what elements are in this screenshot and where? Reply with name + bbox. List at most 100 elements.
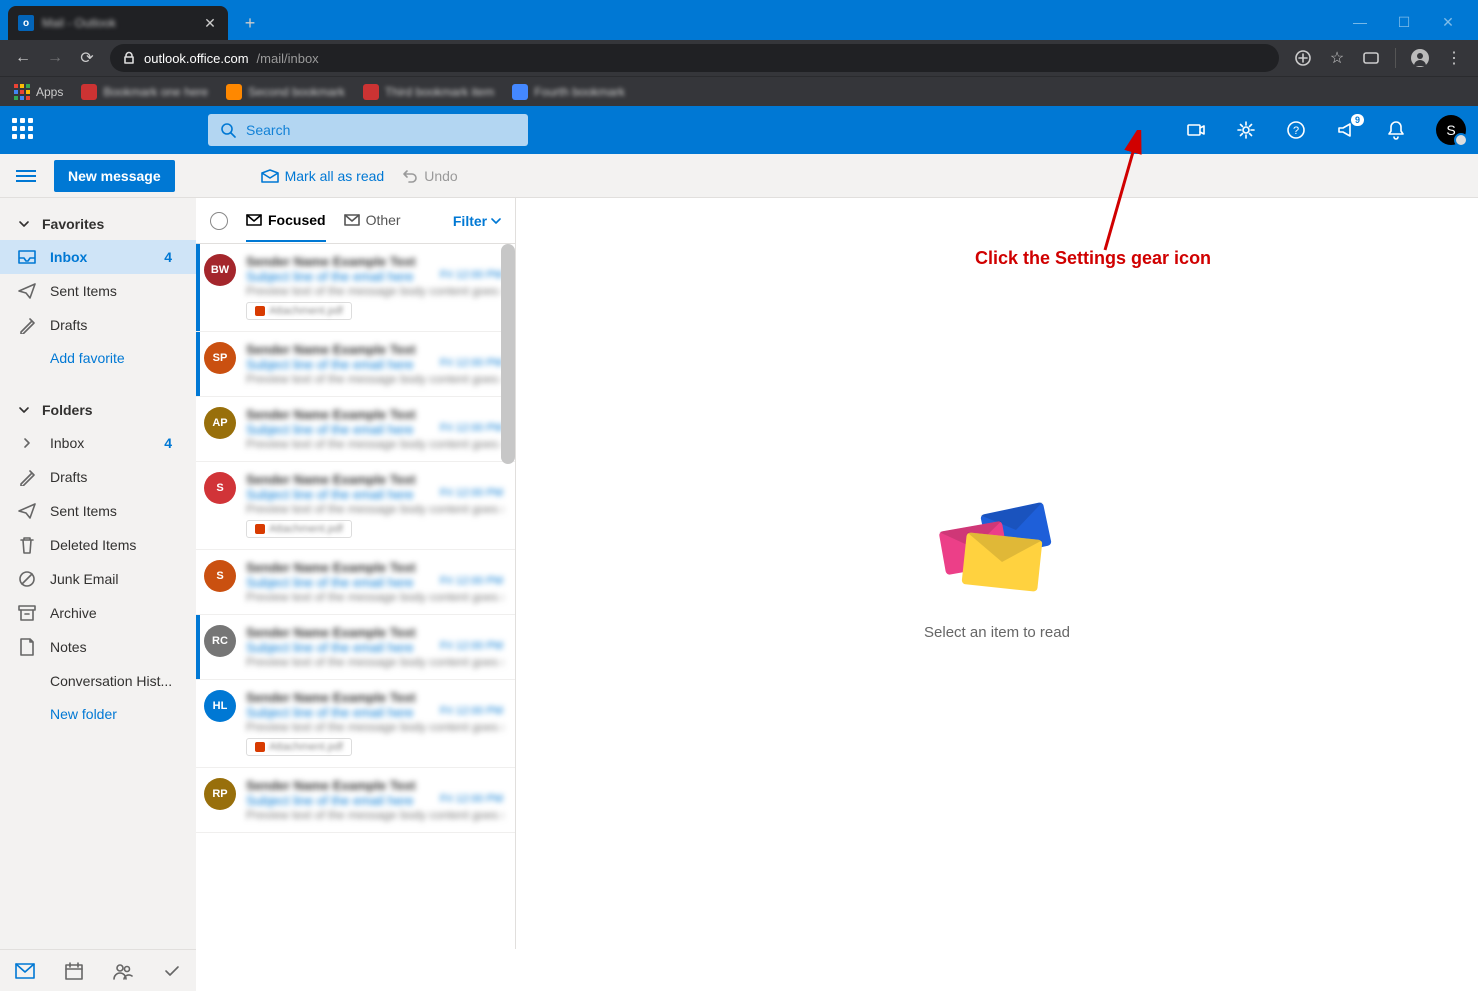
unread-count: 4	[164, 435, 178, 451]
settings-gear-icon[interactable]	[1236, 120, 1256, 140]
new-folder-link[interactable]: New folder	[0, 698, 196, 730]
favorites-header[interactable]: Favorites	[0, 208, 196, 240]
folders-header[interactable]: Folders	[0, 394, 196, 426]
attachment-chip[interactable]: Attachment.pdf	[246, 302, 352, 320]
message-item[interactable]: RC Sender Name Example Text Subject line…	[196, 615, 515, 680]
browser-tab[interactable]: o Mail - Outlook ✕	[8, 6, 228, 40]
other-tab[interactable]: Other	[344, 200, 401, 242]
url-host: outlook.office.com	[144, 51, 249, 66]
sidebar-item-sent-items[interactable]: Sent Items	[0, 274, 196, 308]
minimize-icon[interactable]: —	[1350, 12, 1370, 32]
hamburger-icon[interactable]	[16, 170, 36, 182]
message-item[interactable]: BW Sender Name Example Text Subject line…	[196, 244, 515, 332]
todo-module-icon[interactable]	[162, 961, 182, 981]
inbox-icon	[18, 248, 36, 266]
sidebar-item-inbox[interactable]: Inbox 4	[0, 426, 196, 460]
notifications-icon[interactable]	[1386, 120, 1406, 140]
reading-pane: Select an item to read	[516, 198, 1478, 949]
back-icon[interactable]: ←	[14, 49, 32, 67]
message-list-pane: Focused Other Filter BW Sender Name Exam…	[196, 198, 516, 949]
app-launcher-icon[interactable]	[12, 118, 36, 142]
sender-avatar: AP	[204, 407, 236, 439]
sidebar-item-label: Sent Items	[50, 503, 178, 519]
focused-tab[interactable]: Focused	[246, 200, 326, 242]
attachment-chip[interactable]: Attachment.pdf	[246, 520, 352, 538]
notif-badge: 9	[1351, 114, 1364, 126]
close-tab-icon[interactable]: ✕	[202, 15, 218, 31]
send-icon	[18, 502, 36, 520]
people-module-icon[interactable]	[113, 961, 133, 981]
message-item[interactable]: S Sender Name Example Text Subject line …	[196, 550, 515, 615]
new-message-button[interactable]: New message	[54, 160, 175, 192]
apps-bookmark[interactable]: Apps	[14, 84, 63, 100]
scrollbar-thumb[interactable]	[501, 244, 515, 464]
browser-menu-icon[interactable]: ⋮	[1444, 48, 1464, 68]
message-item[interactable]: RP Sender Name Example Text Subject line…	[196, 768, 515, 833]
bookmark-item[interactable]: Third bookmark item	[363, 84, 494, 100]
sidebar-item-deleted-items[interactable]: Deleted Items	[0, 528, 196, 562]
calendar-module-icon[interactable]	[64, 961, 84, 981]
mail-module-icon[interactable]	[15, 961, 35, 981]
profile-icon[interactable]	[1410, 48, 1430, 68]
sidebar-item-drafts[interactable]: Drafts	[0, 460, 196, 494]
message-item[interactable]: HL Sender Name Example Text Subject line…	[196, 680, 515, 768]
sidebar-item-sent-items[interactable]: Sent Items	[0, 494, 196, 528]
message-item[interactable]: SP Sender Name Example Text Subject line…	[196, 332, 515, 397]
sidebar-item-label: Junk Email	[50, 571, 178, 587]
whats-new-icon[interactable]: 9	[1336, 120, 1356, 140]
bookmark-item[interactable]: Fourth bookmark	[512, 84, 625, 100]
chevron-icon	[18, 434, 36, 452]
search-input[interactable]	[246, 122, 516, 138]
app-header: ? 9 S	[0, 106, 1478, 154]
browser-address-bar: ← → ⟳ outlook.office.com/mail/inbox ☆ ⋮	[0, 40, 1478, 76]
bookmark-item[interactable]: Bookmark one here	[81, 84, 208, 100]
sidebar-item-label: Inbox	[50, 249, 150, 265]
attachment-chip[interactable]: Attachment.pdf	[246, 738, 352, 756]
bookmark-star-icon[interactable]: ☆	[1327, 48, 1347, 68]
install-app-icon[interactable]	[1293, 48, 1313, 68]
sender-avatar: S	[204, 560, 236, 592]
forward-icon[interactable]: →	[46, 49, 64, 67]
bookmarks-bar: Apps Bookmark one here Second bookmark T…	[0, 76, 1478, 106]
sidebar-item-junk-email[interactable]: Junk Email	[0, 562, 196, 596]
bookmark-item[interactable]: Second bookmark	[226, 84, 345, 100]
extension-icon[interactable]	[1361, 48, 1381, 68]
help-icon[interactable]: ?	[1286, 120, 1306, 140]
sidebar-item-drafts[interactable]: Drafts	[0, 308, 196, 342]
apps-label: Apps	[36, 85, 63, 99]
reload-icon[interactable]: ⟳	[78, 49, 96, 67]
undo-button[interactable]: Undo	[402, 168, 457, 184]
main-area: Favorites Inbox 4 Sent Items Drafts Add …	[0, 198, 1478, 949]
maximize-icon[interactable]: ☐	[1394, 12, 1414, 32]
select-all-toggle[interactable]	[210, 212, 228, 230]
message-list[interactable]: BW Sender Name Example Text Subject line…	[196, 244, 515, 949]
meet-now-icon[interactable]	[1186, 120, 1206, 140]
account-avatar[interactable]: S	[1436, 115, 1466, 145]
message-item[interactable]: S Sender Name Example Text Subject line …	[196, 462, 515, 550]
command-toolbar: New message Mark all as read Undo	[0, 154, 1478, 198]
sidebar-item-label: Inbox	[50, 435, 150, 451]
sidebar-item-archive[interactable]: Archive	[0, 596, 196, 630]
filter-button[interactable]: Filter	[453, 213, 501, 229]
add-favorite-link[interactable]: Add favorite	[0, 342, 196, 374]
lock-icon	[122, 51, 136, 65]
sidebar-item-label: Notes	[50, 639, 178, 655]
url-input[interactable]: outlook.office.com/mail/inbox	[110, 44, 1279, 72]
annotation-text: Click the Settings gear icon	[975, 248, 1211, 269]
sidebar-item-conversation-hist-[interactable]: Conversation Hist...	[0, 664, 196, 698]
chevron-down-icon	[18, 218, 30, 230]
svg-text:?: ?	[1293, 125, 1299, 137]
sender-avatar: HL	[204, 690, 236, 722]
sidebar-item-inbox[interactable]: Inbox 4	[0, 240, 196, 274]
note-icon	[18, 638, 36, 656]
new-tab-button[interactable]: +	[236, 9, 264, 37]
sidebar-item-label: Drafts	[50, 469, 178, 485]
empty-illustration	[942, 506, 1052, 596]
sidebar-item-notes[interactable]: Notes	[0, 630, 196, 664]
mark-all-read-button[interactable]: Mark all as read	[261, 168, 385, 184]
close-window-icon[interactable]: ✕	[1438, 12, 1458, 32]
send-icon	[18, 282, 36, 300]
outlook-favicon: o	[18, 15, 34, 31]
search-box[interactable]	[208, 114, 528, 146]
message-item[interactable]: AP Sender Name Example Text Subject line…	[196, 397, 515, 462]
